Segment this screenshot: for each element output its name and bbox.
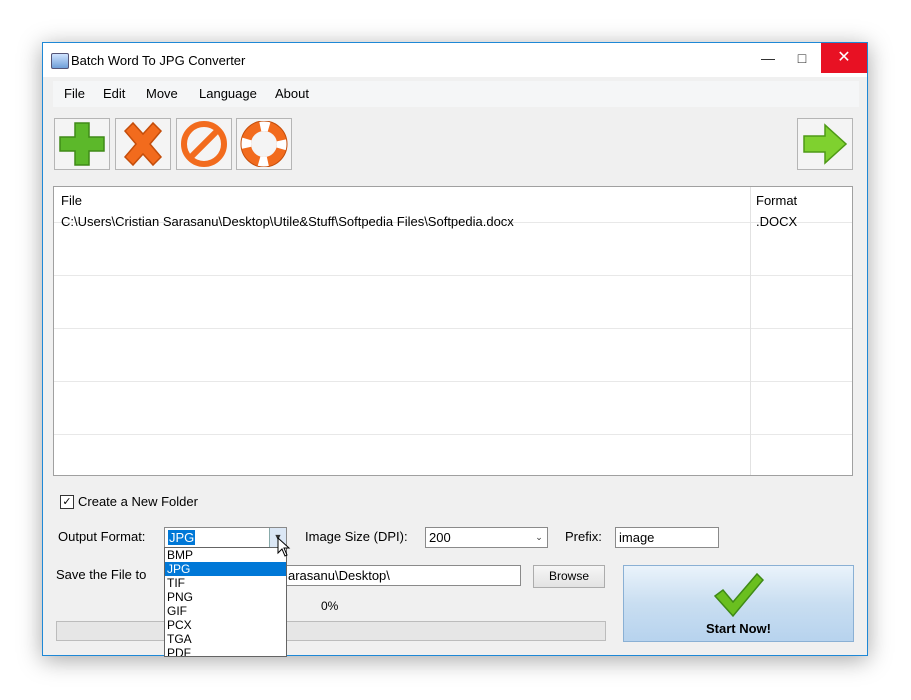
app-window: Batch Word To JPG Converter — □ ✕ File E… [42,42,868,657]
format-option-bmp[interactable]: BMP [165,548,286,562]
format-option-jpg[interactable]: JPG [165,562,286,576]
menu-file[interactable]: File [64,86,85,101]
prohibit-icon [181,121,227,167]
start-now-button[interactable]: Start Now! [623,565,854,642]
mouse-cursor-icon [277,537,291,557]
checkmark-icon [713,572,765,618]
close-button[interactable]: ✕ [821,43,867,73]
image-size-label: Image Size (DPI): [305,529,408,544]
grid-lines [54,187,852,475]
remove-file-button[interactable] [115,118,171,170]
save-to-label: Save the File to [56,567,147,582]
menu-move[interactable]: Move [146,86,178,101]
start-now-label: Start Now! [706,621,771,636]
progress-bar [56,621,606,641]
column-header-file[interactable]: File [61,193,82,208]
clear-list-button[interactable] [176,118,232,170]
image-size-value: 200 [429,530,451,545]
format-option-tga[interactable]: TGA [165,632,286,646]
output-format-label: Output Format: [58,529,146,544]
column-header-format[interactable]: Format [756,193,797,208]
arrow-right-icon [803,123,848,165]
create-folder-label: Create a New Folder [78,494,198,509]
save-path-value: arasanu\Desktop\ [288,568,390,583]
window-title: Batch Word To JPG Converter [71,53,246,68]
menu-language[interactable]: Language [199,86,257,101]
title-bar: Batch Word To JPG Converter — □ ✕ [43,43,867,77]
add-file-button[interactable] [54,118,110,170]
format-option-pdf[interactable]: PDF [165,646,286,656]
create-folder-checkbox[interactable]: ✓ [60,495,74,509]
next-button[interactable] [797,118,853,170]
file-list[interactable]: File Format C:\Users\Cristian Sarasanu\D… [53,186,853,476]
file-format-cell: .DOCX [756,214,798,229]
menu-edit[interactable]: Edit [103,86,125,101]
lifebuoy-icon [240,121,288,167]
minimize-button[interactable]: — [751,43,785,73]
output-format-dropdown[interactable]: BMP JPG TIF PNG GIF PCX TGA PDF [164,547,287,657]
format-option-png[interactable]: PNG [165,590,286,604]
output-format-select[interactable]: JPG ▼ [164,527,287,548]
chevron-down-icon[interactable]: ⌄ [531,528,547,547]
output-format-value: JPG [168,530,196,545]
prefix-label: Prefix: [565,529,602,544]
app-icon [51,53,69,69]
progress-text: 0% [321,599,339,613]
prefix-input[interactable]: image [615,527,719,548]
menu-bar: File Edit Move Language About [53,81,859,107]
menu-about[interactable]: About [275,86,309,101]
x-icon [123,121,163,167]
format-option-tif[interactable]: TIF [165,576,286,590]
column-divider [750,187,751,475]
format-option-gif[interactable]: GIF [165,604,286,618]
browse-button[interactable]: Browse [533,565,605,588]
maximize-button[interactable]: □ [785,43,819,73]
file-path-cell: C:\Users\Cristian Sarasanu\Desktop\Utile… [61,214,514,229]
format-option-pcx[interactable]: PCX [165,618,286,632]
prefix-value: image [619,530,655,545]
image-size-select[interactable]: 200 ⌄ [425,527,548,548]
help-button[interactable] [236,118,292,170]
plus-icon [59,122,105,166]
